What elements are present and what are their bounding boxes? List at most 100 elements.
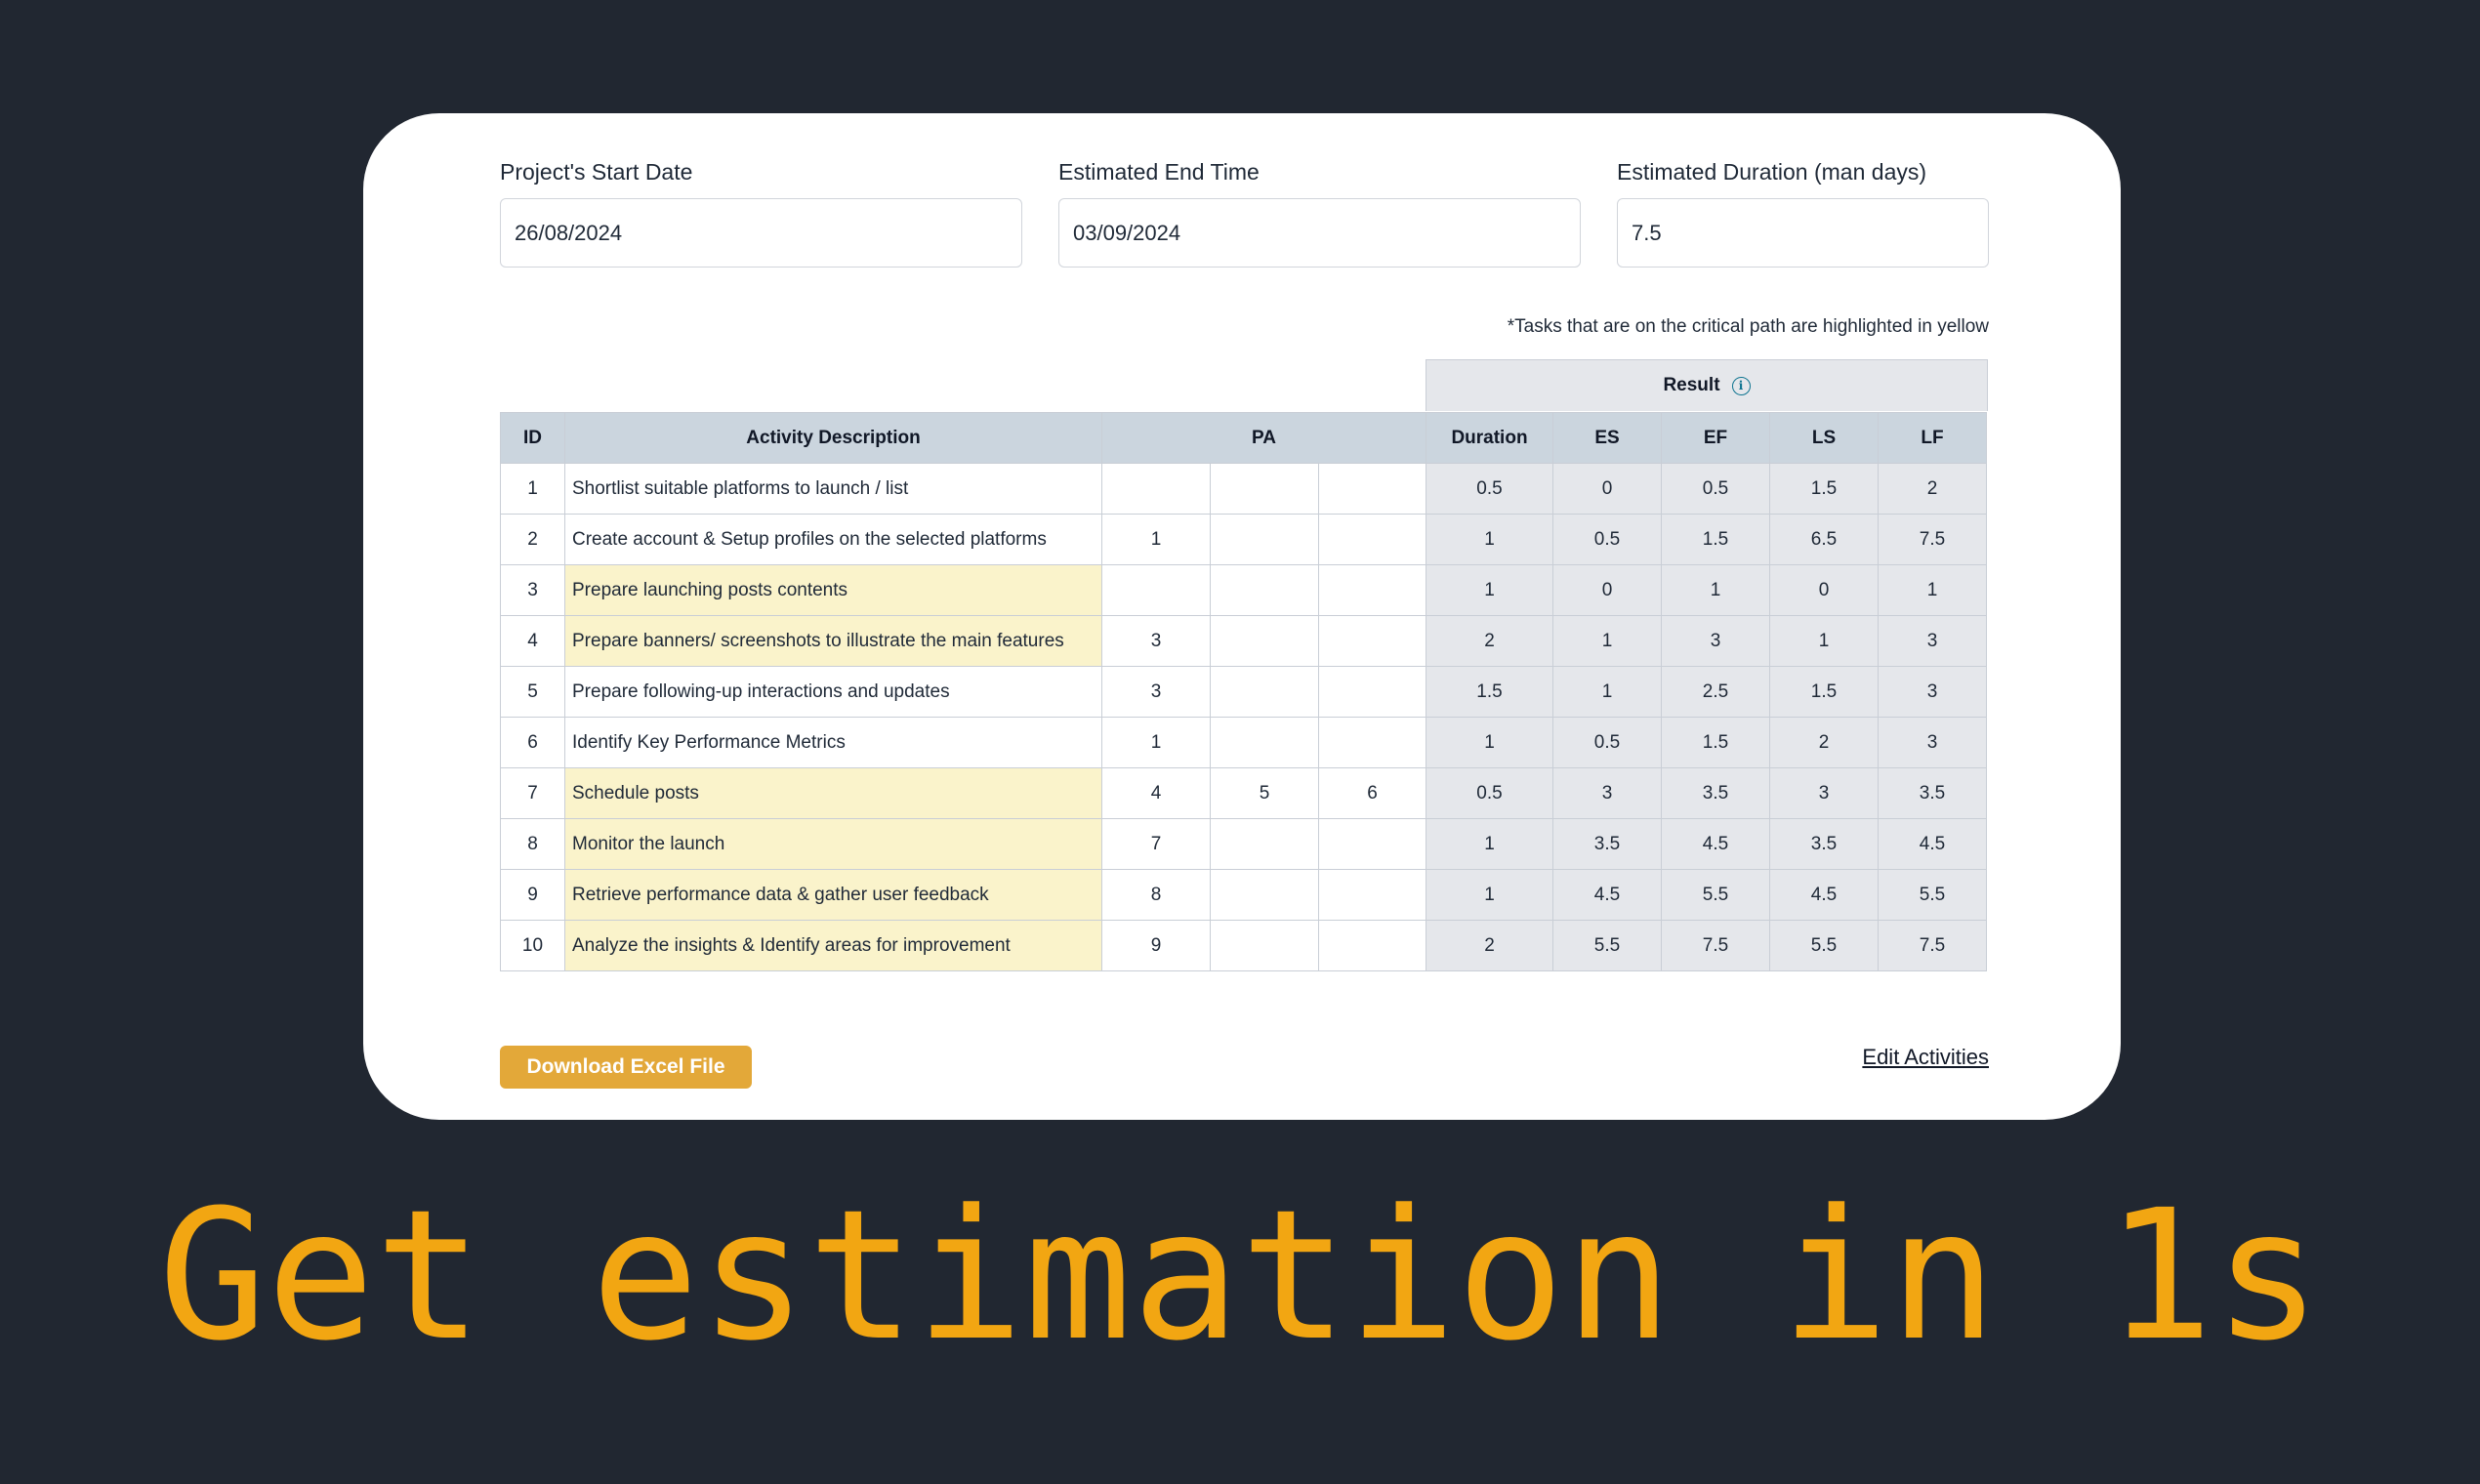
cell-duration: 1.5 <box>1426 666 1553 718</box>
cell-description: Prepare banners/ screenshots to illustra… <box>564 615 1102 667</box>
cell-pa <box>1318 818 1426 870</box>
header-ls: LS <box>1769 412 1879 464</box>
table-row: 10 Analyze the insights & Identify areas … <box>500 920 1987 971</box>
cell-id: 5 <box>500 666 565 718</box>
cell-description: Analyze the insights & Identify areas fo… <box>564 920 1102 971</box>
cell-pa <box>1210 818 1319 870</box>
cell-es: 4.5 <box>1552 869 1662 921</box>
cell-description: Monitor the launch <box>564 818 1102 870</box>
activity-table: ID Activity Description PA Duration ES E… <box>500 412 1987 971</box>
cell-ef: 1 <box>1661 564 1770 616</box>
cell-description: Prepare launching posts contents <box>564 564 1102 616</box>
end-time-label: Estimated End Time <box>1058 159 1260 185</box>
cell-duration: 2 <box>1426 615 1553 667</box>
cell-description: Shortlist suitable platforms to launch /… <box>564 463 1102 515</box>
duration-field[interactable] <box>1617 198 1989 268</box>
cell-id: 3 <box>500 564 565 616</box>
header-es: ES <box>1552 412 1662 464</box>
cell-lf: 3 <box>1878 666 1987 718</box>
cell-pa <box>1210 463 1319 515</box>
cell-id: 2 <box>500 514 565 565</box>
cell-ls: 1.5 <box>1769 666 1879 718</box>
start-date-label: Project's Start Date <box>500 159 693 185</box>
cell-lf: 3.5 <box>1878 767 1987 819</box>
cell-pa <box>1318 717 1426 768</box>
cell-pa: 9 <box>1101 920 1211 971</box>
cell-duration: 1 <box>1426 869 1553 921</box>
header-id: ID <box>500 412 565 464</box>
cell-pa <box>1210 920 1319 971</box>
cell-ef: 2.5 <box>1661 666 1770 718</box>
table-row: 6 Identify Key Performance Metrics 1 1 0.5 1.… <box>500 717 1987 768</box>
cell-ls: 0 <box>1769 564 1879 616</box>
cell-pa <box>1318 920 1426 971</box>
cell-lf: 7.5 <box>1878 920 1987 971</box>
cell-ef: 1.5 <box>1661 514 1770 565</box>
cell-pa <box>1318 514 1426 565</box>
cell-lf: 5.5 <box>1878 869 1987 921</box>
cell-pa <box>1318 463 1426 515</box>
cell-pa <box>1210 615 1319 667</box>
table-row: 3 Prepare launching posts contents 1 0 1 0 1 <box>500 564 1987 616</box>
cell-id: 6 <box>500 717 565 768</box>
cell-duration: 1 <box>1426 514 1553 565</box>
critical-path-note: *Tasks that are on the critical path are… <box>1507 316 1989 337</box>
table-row: 2 Create account & Setup profiles on the … <box>500 514 1987 565</box>
cell-pa: 3 <box>1101 615 1211 667</box>
cell-pa: 1 <box>1101 717 1211 768</box>
cell-id: 7 <box>500 767 565 819</box>
table-row: 9 Retrieve performance data & gather user… <box>500 869 1987 921</box>
cell-lf: 4.5 <box>1878 818 1987 870</box>
cell-pa <box>1101 564 1211 616</box>
cell-pa: 8 <box>1101 869 1211 921</box>
cell-duration: 1 <box>1426 564 1553 616</box>
cell-description: Create account & Setup profiles on the s… <box>564 514 1102 565</box>
cell-ls: 2 <box>1769 717 1879 768</box>
cell-ls: 4.5 <box>1769 869 1879 921</box>
cell-es: 5.5 <box>1552 920 1662 971</box>
cell-ef: 7.5 <box>1661 920 1770 971</box>
table-row: 7 Schedule posts 4 5 6 0.5 3 3.5 3 3.5 <box>500 767 1987 819</box>
cell-description: Schedule posts <box>564 767 1102 819</box>
start-date-field[interactable] <box>500 198 1022 268</box>
cell-pa: 1 <box>1101 514 1211 565</box>
header-lf: LF <box>1878 412 1987 464</box>
cell-ls: 3 <box>1769 767 1879 819</box>
cell-description: Prepare following-up interactions and up… <box>564 666 1102 718</box>
table-row: 4 Prepare banners/ screenshots to illustr… <box>500 615 1987 667</box>
table-header-row: ID Activity Description PA Duration ES E… <box>500 412 1987 464</box>
cell-duration: 0.5 <box>1426 767 1553 819</box>
cell-pa <box>1101 463 1211 515</box>
cell-description: Identify Key Performance Metrics <box>564 717 1102 768</box>
header-pa: PA <box>1101 412 1426 464</box>
cell-description: Retrieve performance data & gather user … <box>564 869 1102 921</box>
cell-ls: 6.5 <box>1769 514 1879 565</box>
edit-activities-link[interactable]: Edit Activities <box>1862 1045 1989 1070</box>
download-excel-button[interactable]: Download Excel File <box>500 1046 752 1089</box>
cell-ef: 5.5 <box>1661 869 1770 921</box>
cell-ef: 3.5 <box>1661 767 1770 819</box>
cell-ef: 0.5 <box>1661 463 1770 515</box>
info-icon[interactable]: i <box>1731 376 1751 395</box>
cell-es: 0 <box>1552 564 1662 616</box>
cell-duration: 2 <box>1426 920 1553 971</box>
cell-pa: 5 <box>1210 767 1319 819</box>
cell-ls: 3.5 <box>1769 818 1879 870</box>
cell-ef: 3 <box>1661 615 1770 667</box>
cell-pa <box>1210 514 1319 565</box>
table-row: 1 Shortlist suitable platforms to launch … <box>500 463 1987 515</box>
cell-pa: 3 <box>1101 666 1211 718</box>
cell-es: 3 <box>1552 767 1662 819</box>
cell-pa <box>1210 869 1319 921</box>
end-time-field[interactable] <box>1058 198 1581 268</box>
cell-es: 3.5 <box>1552 818 1662 870</box>
cell-ef: 1.5 <box>1661 717 1770 768</box>
cell-ls: 1.5 <box>1769 463 1879 515</box>
cell-lf: 7.5 <box>1878 514 1987 565</box>
cell-pa <box>1210 564 1319 616</box>
headline: Get estimation in 1s <box>158 1172 2322 1381</box>
cell-lf: 3 <box>1878 615 1987 667</box>
cell-pa <box>1318 615 1426 667</box>
cell-pa <box>1210 666 1319 718</box>
cell-pa <box>1318 666 1426 718</box>
